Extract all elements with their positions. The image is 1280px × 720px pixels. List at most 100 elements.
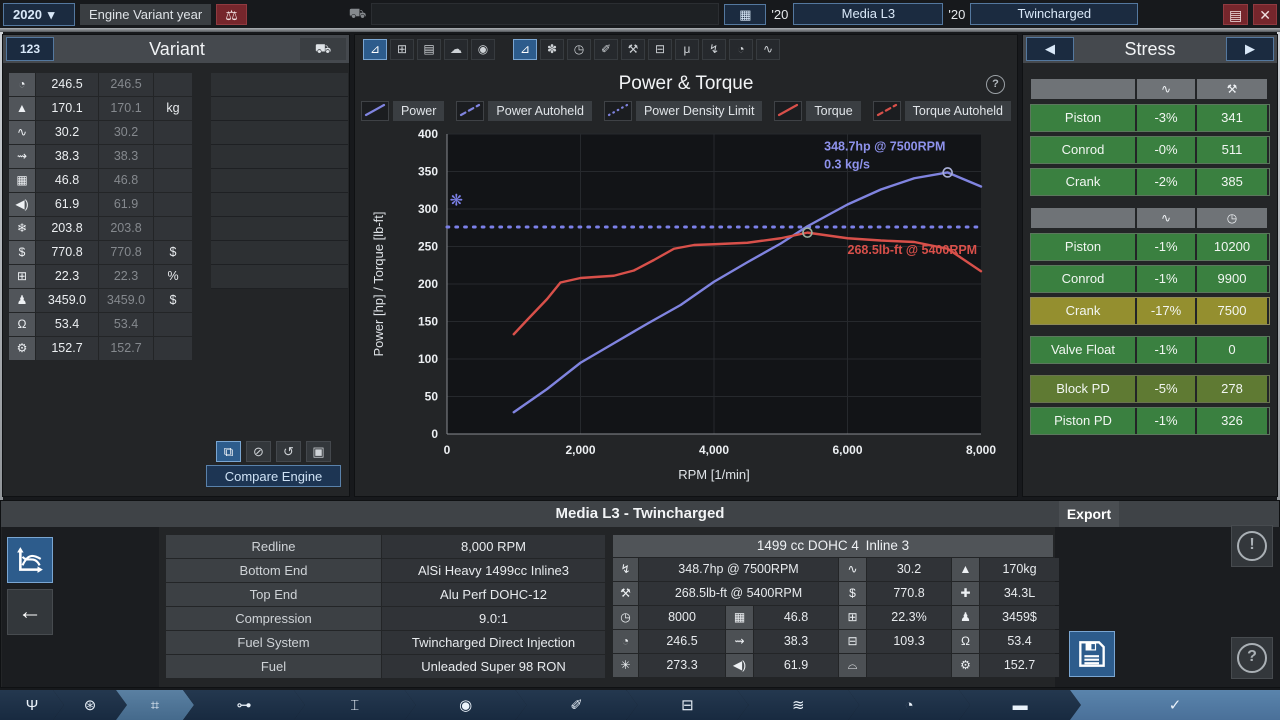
variant-stat-row: ∿ 30.2 30.2 xyxy=(9,121,192,144)
legend-item[interactable]: Power xyxy=(361,101,444,121)
summary-value: 46.8 xyxy=(754,606,838,629)
gauge-icon: ◔ xyxy=(613,630,638,653)
toolbar-button[interactable]: ▤ xyxy=(417,39,441,60)
spec-label: Top End xyxy=(166,583,381,606)
cancel-button[interactable]: ⊘ xyxy=(246,441,271,462)
toolbar-button[interactable]: ⊿ xyxy=(513,39,537,60)
menu-button[interactable]: ▤ xyxy=(1223,4,1248,25)
variant-stat-row: ◔ 246.5 246.5 xyxy=(9,73,192,96)
stat-unit xyxy=(154,169,192,192)
legal-button[interactable]: ⚖ xyxy=(216,4,247,25)
toolbar-button[interactable]: ↯ xyxy=(702,39,726,60)
stat-unit xyxy=(154,313,192,336)
legend-item[interactable]: Torque Autoheld xyxy=(873,101,1011,121)
nav-step[interactable]: ⊟ xyxy=(627,690,749,720)
toolbar-button[interactable]: ◉ xyxy=(471,39,495,60)
export-button[interactable]: Export xyxy=(1059,501,1119,527)
toolbar-button[interactable]: ◷ xyxy=(567,39,591,60)
nav-step[interactable]: ⊛ xyxy=(53,690,127,720)
legend-item[interactable]: Power Autoheld xyxy=(456,101,592,121)
arrow-left-icon[interactable]: ◀ xyxy=(1026,37,1074,61)
undo-button[interactable]: ↺ xyxy=(276,441,301,462)
spec-value: 8,000 RPM xyxy=(382,535,605,558)
help-icon[interactable]: ? xyxy=(986,75,1005,94)
spec-label: Fuel System xyxy=(166,631,381,654)
legend-item[interactable]: Torque xyxy=(774,101,860,121)
rpm-icon: ◷ xyxy=(1197,208,1267,228)
tab-engine-family[interactable]: Media L3 xyxy=(793,3,943,25)
nav-step[interactable]: Ψ xyxy=(0,690,64,720)
stress-panel-title: Stress xyxy=(1074,39,1226,60)
toolbar-button[interactable]: ◔ xyxy=(729,39,753,60)
smoothness-icon: ∿ xyxy=(1137,79,1195,99)
stress-component: Piston xyxy=(1031,105,1135,131)
summary-header-bar: Media L3 - Twincharged Export xyxy=(1,501,1279,527)
spec-label: Compression xyxy=(166,607,381,630)
stress-value: 7500 xyxy=(1197,298,1267,324)
power-icon: ↯ xyxy=(613,558,638,581)
tab-engine-variant[interactable]: Twincharged xyxy=(970,3,1138,25)
stat-value: 3459.0 xyxy=(36,289,98,312)
stress-valve-table: Valve Float -1% 0 xyxy=(1031,337,1269,363)
truck-icon[interactable]: ⛟ xyxy=(300,38,346,60)
toolbar-button[interactable]: ☁ xyxy=(444,39,468,60)
toolbar-button[interactable]: ⚒ xyxy=(621,39,645,60)
variant-actions: ⧉ ⊘ ↺ ▣ xyxy=(216,441,331,462)
engine-tab-year: '20 xyxy=(771,7,788,22)
summary-value: 246.5 xyxy=(639,630,725,653)
smoothness-icon: ∿ xyxy=(1137,208,1195,228)
toolbar-button[interactable]: μ xyxy=(675,39,699,60)
nav-step[interactable]: ✓ xyxy=(1070,690,1280,720)
toolbar-button[interactable]: ⊿ xyxy=(363,39,387,60)
chart-title: Power & Torque xyxy=(355,73,1017,95)
stress-percent: -17% xyxy=(1137,298,1195,324)
year-dropdown[interactable]: 2020 ▾ xyxy=(3,3,75,26)
power-torque-chart[interactable]: 05010015020025030035040002,0004,0006,000… xyxy=(359,127,1015,489)
scales-icon: ⚖ xyxy=(225,7,238,23)
nav-step[interactable]: ✐ xyxy=(516,690,638,720)
nav-step[interactable]: ⌶ xyxy=(294,690,416,720)
stat-unit xyxy=(154,217,192,240)
toolbar-button[interactable]: ⊟ xyxy=(648,39,672,60)
summary-rows: ↯348.7hp @ 7500RPM∿30.2▲170kg⚒268.5lb-ft… xyxy=(613,558,1053,677)
torque-icon: ⚒ xyxy=(613,582,638,605)
paste-button[interactable]: ▣ xyxy=(306,441,331,462)
engine-specs-table: Redline 8,000 RPM Bottom End AlSi Heavy … xyxy=(166,535,605,679)
fuel-pump-icon: ⊟ xyxy=(839,630,866,653)
nav-step[interactable]: ◔ xyxy=(848,690,970,720)
warnings-button[interactable]: ! xyxy=(1231,525,1273,567)
toolbar-button[interactable]: ✐ xyxy=(594,39,618,60)
reliability-icon: ▦ xyxy=(9,169,35,192)
stat-value-compare: 170.1 xyxy=(99,97,153,120)
compare-engine-button[interactable]: Compare Engine xyxy=(206,465,341,487)
help-button[interactable]: ? xyxy=(1231,637,1273,679)
nav-step[interactable]: ◉ xyxy=(405,690,527,720)
toolbar-gap xyxy=(498,39,510,60)
toolbar-button[interactable]: ⊞ xyxy=(390,39,414,60)
summary-value: 770.8 xyxy=(867,582,951,605)
stress-row: Conrod -0% 511 xyxy=(1031,137,1269,163)
toolbar-button[interactable]: ✽ xyxy=(540,39,564,60)
window-divider xyxy=(0,28,1280,32)
nav-step[interactable]: ≋ xyxy=(737,690,859,720)
fuel-tab-icon: ⊟ xyxy=(655,42,665,56)
svg-text:0: 0 xyxy=(431,427,438,441)
back-button[interactable]: ← xyxy=(7,589,53,635)
copy-button[interactable]: ⧉ xyxy=(216,441,241,462)
nav-step[interactable]: ⊶ xyxy=(183,690,305,720)
chart-panel: ⊿ ⊞ ▤ ☁ ◉ ⊿ ✽ ◷ ✐ ⚒ ⊟ μ ↯ ◔ ∿ Power & To… xyxy=(354,34,1018,497)
stat-unit xyxy=(154,121,192,144)
dyno-graph-button[interactable] xyxy=(7,537,53,583)
legend-item[interactable]: Power Density Limit xyxy=(604,101,762,121)
variant-panel-header: 123 Variant ⛟ xyxy=(3,35,349,63)
stress-row: Crank -2% 385 xyxy=(1031,169,1269,195)
svg-text:2,000: 2,000 xyxy=(565,443,595,457)
save-button[interactable] xyxy=(1069,631,1115,677)
nav-step[interactable]: ⌗ xyxy=(116,690,194,720)
toolbar-button[interactable]: ∿ xyxy=(756,39,780,60)
close-button[interactable]: ✕ xyxy=(1253,4,1277,25)
numbers-badge[interactable]: 123 xyxy=(6,37,54,61)
arrow-right-icon[interactable]: ▶ xyxy=(1226,37,1274,61)
nav-step[interactable]: ▬ xyxy=(959,690,1081,720)
material-cost-icon: $ xyxy=(9,241,35,264)
